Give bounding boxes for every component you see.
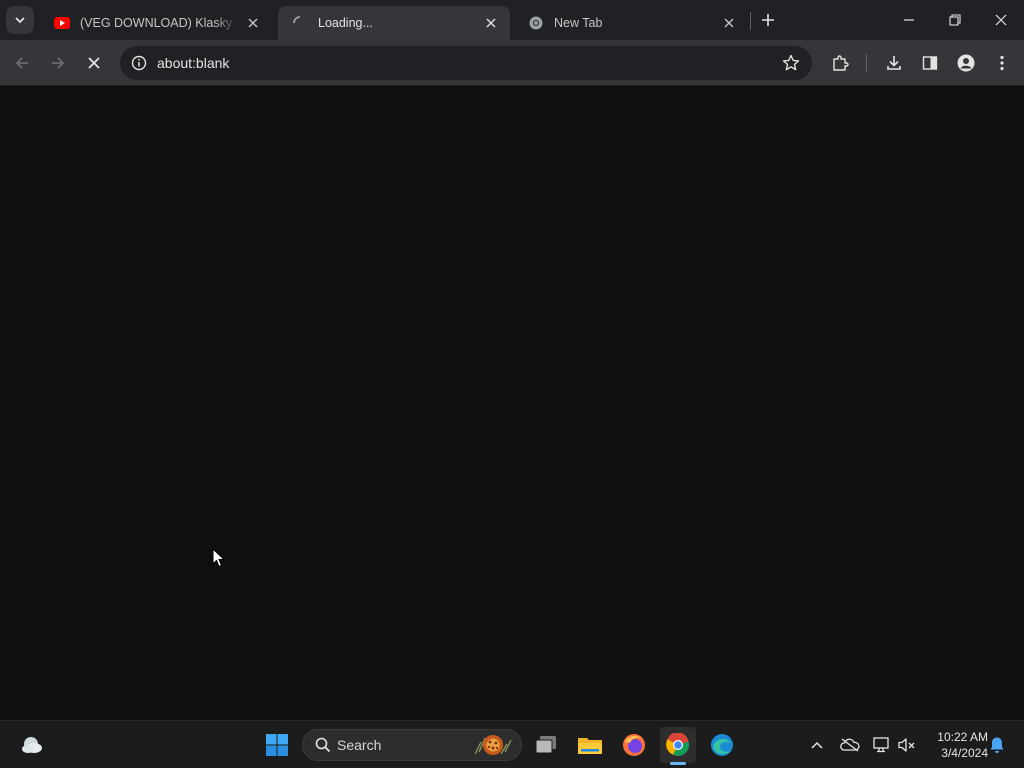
extensions-button[interactable]: [826, 49, 854, 77]
restore-icon: [949, 14, 961, 26]
chevron-down-icon: [15, 17, 25, 24]
side-panel-button[interactable]: [916, 49, 944, 77]
close-icon: [995, 14, 1007, 26]
minimize-icon: [904, 19, 914, 21]
onedrive-button[interactable]: [839, 733, 861, 757]
volume-muted-icon: [898, 738, 915, 752]
weather-icon: [22, 737, 42, 753]
address-bar[interactable]: about:blank: [120, 46, 812, 80]
new-tab-button[interactable]: [756, 8, 780, 32]
download-icon: [887, 56, 901, 70]
firefox-icon: [623, 734, 645, 756]
restore-button[interactable]: [932, 0, 978, 40]
tab-loading[interactable]: Loading...: [278, 6, 510, 40]
weather-widget[interactable]: [14, 727, 50, 763]
plus-icon: [762, 14, 774, 26]
screen: (VEG DOWNLOAD) Klasky Csupo Loading... N…: [0, 0, 1024, 768]
close-window-button[interactable]: [978, 0, 1024, 40]
side-panel-icon: [922, 56, 938, 70]
tab-title: New Tab: [554, 16, 603, 30]
task-view-button[interactable]: [528, 727, 564, 763]
back-button[interactable]: [8, 49, 36, 77]
firefox-button[interactable]: [616, 727, 652, 763]
address-bar-url: about:blank: [157, 55, 230, 71]
network-icon: [873, 737, 889, 753]
show-hidden-icons-button[interactable]: [806, 733, 828, 757]
edge-icon: [711, 734, 733, 756]
toolbar-divider: [866, 54, 867, 72]
clock-date: 3/4/2024: [941, 746, 988, 760]
notification-bell-icon: [990, 737, 1004, 753]
chrome-icon: [528, 15, 544, 31]
tab-title: (VEG DOWNLOAD) Klasky Csupo: [80, 16, 238, 30]
spinner-icon: [292, 15, 308, 31]
task-view-icon: [535, 736, 556, 754]
tab-divider: [750, 12, 751, 30]
menu-icon: [1000, 55, 1004, 71]
stop-icon: [88, 57, 100, 69]
star-icon[interactable]: [782, 54, 800, 72]
tab-youtube[interactable]: (VEG DOWNLOAD) Klasky Csupo: [40, 6, 272, 40]
start-button[interactable]: [259, 727, 295, 763]
search-label: Search: [337, 737, 382, 753]
file-explorer-button[interactable]: [572, 727, 608, 763]
tab-title: Loading...: [318, 16, 373, 30]
extensions-icon: [833, 55, 849, 71]
active-app-indicator: [670, 762, 686, 765]
chrome-icon: [666, 733, 690, 756]
file-explorer-icon: [578, 738, 602, 754]
tab-strip: (VEG DOWNLOAD) Klasky Csupo Loading... N…: [0, 0, 1024, 40]
close-tab-icon[interactable]: [720, 14, 738, 32]
tab-new-tab[interactable]: New Tab: [514, 6, 748, 40]
forward-button[interactable]: [44, 49, 72, 77]
browser-toolbar: about:blank: [0, 40, 1024, 86]
taskbar-clock[interactable]: 10:22 AM 3/4/2024: [922, 729, 988, 761]
forward-icon: [52, 57, 65, 69]
search-icon: [315, 737, 331, 753]
start-icon: [266, 734, 288, 756]
search-highlight-icon: [474, 735, 512, 755]
chevron-up-icon: [811, 741, 823, 749]
chrome-taskbar-button[interactable]: [660, 727, 696, 763]
page-content[interactable]: [0, 87, 1024, 720]
onedrive-icon: [840, 738, 860, 752]
downloads-button[interactable]: [880, 49, 908, 77]
youtube-icon: [54, 15, 70, 31]
clock-time: 10:22 AM: [937, 730, 988, 744]
volume-button[interactable]: [896, 733, 918, 757]
close-tab-icon[interactable]: [482, 14, 500, 32]
notifications-button[interactable]: [986, 733, 1008, 757]
mouse-cursor-icon: [212, 548, 226, 568]
info-icon[interactable]: [122, 46, 156, 80]
taskbar-search[interactable]: Search: [302, 729, 522, 761]
menu-button[interactable]: [988, 49, 1016, 77]
network-button[interactable]: [870, 733, 892, 757]
taskbar: Search 10:22 AM 3/4/2024: [0, 720, 1024, 768]
profile-icon: [957, 54, 975, 72]
stop-loading-button[interactable]: [80, 49, 108, 77]
back-icon: [15, 57, 28, 69]
tab-search-button[interactable]: [6, 6, 34, 34]
edge-button[interactable]: [704, 727, 740, 763]
minimize-button[interactable]: [886, 0, 932, 40]
profile-button[interactable]: [952, 49, 980, 77]
close-tab-icon[interactable]: [244, 14, 262, 32]
